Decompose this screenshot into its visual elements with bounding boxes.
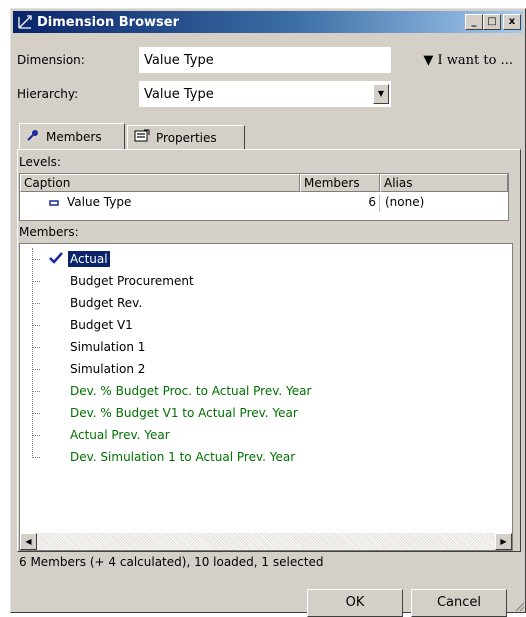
tree-connector xyxy=(32,347,40,348)
tree-item-label: Budget Procurement xyxy=(70,274,194,288)
tree-connector xyxy=(32,303,40,304)
level-caption: Value Type xyxy=(67,195,132,209)
dimension-browser-icon xyxy=(17,14,33,30)
levels-label: Levels: xyxy=(19,155,61,169)
tree-connector xyxy=(32,413,40,414)
hierarchy-label: Hierarchy: xyxy=(17,87,79,101)
tree-item-label: Dev. % Budget Proc. to Actual Prev. Year xyxy=(70,384,312,398)
close-button[interactable]: x xyxy=(503,14,521,30)
tree-item-label: Actual xyxy=(68,251,110,267)
dimension-label: Dimension: xyxy=(17,53,85,67)
tab-properties[interactable]: Properties xyxy=(127,125,245,149)
dimension-browser-window: Dimension Browser _ □ x Dimension: Value… xyxy=(10,8,526,617)
window-title: Dimension Browser xyxy=(37,14,179,30)
minimize-button[interactable]: _ xyxy=(465,14,483,30)
tree-item[interactable]: Dev. Simulation 1 to Actual Prev. Year xyxy=(20,446,490,468)
maximize-button[interactable]: □ xyxy=(483,14,501,30)
tree-item-label: Actual Prev. Year xyxy=(70,428,170,442)
tree-connector xyxy=(32,435,40,436)
level-members-count: 6 xyxy=(300,194,380,212)
tree-connector xyxy=(32,259,40,260)
status-text: 6 Members (+ 4 calculated), 10 loaded, 1… xyxy=(19,555,324,569)
tree-connector xyxy=(32,281,40,282)
tree-item[interactable]: Budget Procurement xyxy=(20,270,490,292)
tree-item-label: Simulation 1 xyxy=(70,340,146,354)
column-header-caption[interactable]: Caption xyxy=(20,174,300,192)
tree-item[interactable]: Dev. % Budget V1 to Actual Prev. Year xyxy=(20,402,490,424)
scroll-left-arrow[interactable]: ◀ xyxy=(20,533,37,550)
tree-connector xyxy=(32,391,40,392)
tree-item-label: Dev. % Budget V1 to Actual Prev. Year xyxy=(70,406,298,420)
column-header-members[interactable]: Members xyxy=(300,174,380,192)
tree-vertical-connector xyxy=(32,248,33,458)
tab-members[interactable]: Members xyxy=(19,123,125,149)
key-icon xyxy=(26,128,40,145)
members-tree[interactable]: Actual Budget Procurement Budget Rev. Budge… xyxy=(19,243,513,551)
tree-item-label: Budget V1 xyxy=(70,318,133,332)
tree-item[interactable]: Actual Prev. Year xyxy=(20,424,490,446)
tree-connector xyxy=(32,369,40,370)
column-header-alias[interactable]: Alias xyxy=(380,174,508,192)
i-want-to-menu[interactable]: ▼ I want to ... xyxy=(423,53,513,68)
checkmark-icon xyxy=(48,250,64,269)
tree-item[interactable]: Dev. % Budget Proc. to Actual Prev. Year xyxy=(20,380,490,402)
dimension-field[interactable]: Value Type xyxy=(139,47,391,73)
hierarchy-select[interactable]: Value Type xyxy=(139,81,391,107)
level-icon xyxy=(46,194,62,212)
tree-connector xyxy=(32,457,40,458)
tree-item-label: Simulation 2 xyxy=(70,362,146,376)
tab-properties-label: Properties xyxy=(156,130,217,145)
horizontal-scrollbar[interactable] xyxy=(20,533,512,550)
hierarchy-dropdown-button[interactable]: ▼ xyxy=(373,84,389,104)
tree-item[interactable]: Budget V1 xyxy=(20,314,490,336)
resize-grip-icon[interactable] xyxy=(513,600,525,612)
tree-item[interactable]: Simulation 2 xyxy=(20,358,490,380)
scroll-right-arrow[interactable]: ▶ xyxy=(495,533,512,550)
tree-item-label: Budget Rev. xyxy=(70,296,143,310)
tab-members-label: Members xyxy=(46,129,102,144)
tree-item[interactable]: Actual xyxy=(20,248,490,270)
tree-item-label: Dev. Simulation 1 to Actual Prev. Year xyxy=(70,450,296,464)
tree-item[interactable]: Budget Rev. xyxy=(20,292,490,314)
levels-table: Caption Members Alias Value Type 6 (none… xyxy=(19,173,509,221)
tree-item[interactable]: Simulation 1 xyxy=(20,336,490,358)
level-alias: (none) xyxy=(385,195,425,209)
title-bar[interactable]: Dimension Browser _ □ x xyxy=(13,11,523,33)
properties-icon xyxy=(134,129,150,146)
tree-connector xyxy=(32,325,40,326)
members-label: Members: xyxy=(19,225,79,239)
